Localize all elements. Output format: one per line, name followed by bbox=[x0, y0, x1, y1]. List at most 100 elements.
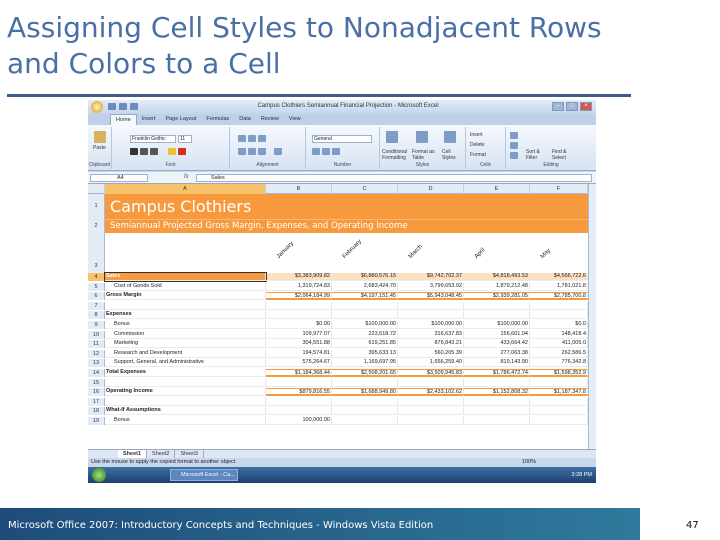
row-number[interactable]: 10 bbox=[88, 330, 105, 339]
value-cell[interactable]: $879,816.55 bbox=[266, 388, 332, 397]
row-label-cell[interactable]: Total Expenses bbox=[105, 369, 266, 377]
value-cell[interactable]: $0.0 bbox=[530, 321, 588, 329]
row-label-cell[interactable]: Expenses bbox=[105, 311, 266, 320]
redo-icon[interactable] bbox=[130, 103, 138, 110]
comma-icon[interactable] bbox=[332, 148, 340, 155]
row-label-cell[interactable] bbox=[105, 301, 266, 310]
value-cell[interactable] bbox=[332, 397, 398, 406]
value-cell[interactable]: 304,551.88 bbox=[266, 340, 332, 349]
row-label-cell[interactable] bbox=[105, 397, 266, 406]
value-cell[interactable] bbox=[530, 417, 588, 425]
value-cell[interactable] bbox=[398, 378, 464, 387]
value-cell[interactable]: 148,418.4 bbox=[530, 330, 588, 339]
align-top-icon[interactable] bbox=[238, 135, 246, 142]
row-label-cell[interactable]: What-If Assumptions bbox=[105, 407, 266, 416]
value-cell[interactable] bbox=[530, 311, 588, 320]
row-label-cell[interactable]: Cost of Goods Sold bbox=[105, 282, 266, 291]
value-cell[interactable] bbox=[398, 407, 464, 416]
start-button[interactable] bbox=[92, 468, 106, 482]
row-number[interactable]: 8 bbox=[88, 311, 105, 320]
align-middle-icon[interactable] bbox=[248, 135, 256, 142]
currency-icon[interactable] bbox=[312, 148, 320, 155]
value-cell[interactable]: 316,637.83 bbox=[398, 330, 464, 339]
clear-icon[interactable] bbox=[510, 152, 518, 159]
value-cell[interactable]: 876,843.21 bbox=[398, 340, 464, 349]
row-label-cell[interactable]: Sales bbox=[104, 272, 267, 282]
column-header-d[interactable]: D bbox=[398, 184, 464, 194]
row-number[interactable]: 13 bbox=[88, 359, 105, 368]
worksheet-grid[interactable]: ABCDEF Campus Clothiers Semiannual Proje… bbox=[88, 184, 588, 449]
merge-center-icon[interactable] bbox=[274, 148, 282, 155]
taskbar-excel-item[interactable]: Microsoft Excel - Ca... bbox=[170, 469, 238, 481]
save-icon[interactable] bbox=[108, 103, 116, 110]
font-size-select[interactable]: 11 bbox=[178, 135, 192, 143]
value-cell[interactable]: $100,000.00 bbox=[332, 321, 398, 329]
value-cell[interactable] bbox=[266, 378, 332, 387]
office-button[interactable] bbox=[91, 101, 103, 113]
tab-review[interactable]: Review bbox=[256, 114, 284, 125]
row-number[interactable]: 7 bbox=[88, 301, 105, 310]
value-cell[interactable] bbox=[266, 397, 332, 406]
italic-icon[interactable] bbox=[140, 148, 148, 155]
value-cell[interactable] bbox=[530, 301, 588, 310]
row-label-cell[interactable] bbox=[105, 378, 266, 387]
sheet-tab[interactable]: Sheet3 bbox=[175, 450, 204, 458]
value-cell[interactable]: 433,664.42 bbox=[464, 340, 530, 349]
row-number[interactable]: 11 bbox=[88, 340, 105, 349]
value-cell[interactable]: $1,152,808.32 bbox=[464, 388, 530, 397]
value-cell[interactable]: 411,005.0 bbox=[530, 340, 588, 349]
value-cell[interactable] bbox=[464, 301, 530, 310]
align-bottom-icon[interactable] bbox=[258, 135, 266, 142]
value-cell[interactable]: 819,143.90 bbox=[464, 359, 530, 368]
row-label-cell[interactable]: Operating Income bbox=[105, 388, 266, 397]
row-number[interactable]: 6 bbox=[88, 292, 105, 301]
name-box[interactable]: A4 bbox=[90, 174, 148, 182]
value-cell[interactable]: 1,879,212.48 bbox=[464, 282, 530, 291]
font-color-icon[interactable] bbox=[178, 148, 186, 155]
value-cell[interactable]: 1,169,697.95 bbox=[332, 359, 398, 368]
fx-icon[interactable]: fx bbox=[184, 174, 189, 180]
sheet-tab[interactable]: Sheet2 bbox=[147, 450, 176, 458]
value-cell[interactable]: 560,205.39 bbox=[398, 349, 464, 358]
align-center-icon[interactable] bbox=[248, 148, 256, 155]
value-cell[interactable]: $2,433,102.62 bbox=[398, 388, 464, 397]
column-header-c[interactable]: C bbox=[332, 184, 398, 194]
percent-icon[interactable] bbox=[322, 148, 330, 155]
value-cell[interactable]: 100,000.00 bbox=[266, 417, 332, 425]
value-cell[interactable] bbox=[398, 397, 464, 406]
delete-cells-button[interactable]: Delete bbox=[470, 142, 484, 148]
value-cell[interactable]: 395,633.13 bbox=[332, 349, 398, 358]
align-right-icon[interactable] bbox=[258, 148, 266, 155]
value-cell[interactable] bbox=[530, 397, 588, 406]
value-cell[interactable] bbox=[398, 301, 464, 310]
value-cell[interactable]: $3,383,909.82 bbox=[266, 273, 332, 281]
value-cell[interactable]: 3,799,653.92 bbox=[398, 282, 464, 291]
value-cell[interactable]: 619,251.85 bbox=[332, 340, 398, 349]
tab-insert[interactable]: Insert bbox=[137, 114, 161, 125]
value-cell[interactable] bbox=[464, 417, 530, 425]
format-cells-button[interactable]: Format bbox=[470, 152, 486, 158]
value-cell[interactable] bbox=[398, 417, 464, 425]
value-cell[interactable] bbox=[332, 407, 398, 416]
value-cell[interactable]: 575,264.67 bbox=[266, 359, 332, 368]
value-cell[interactable]: 262,586.5 bbox=[530, 349, 588, 358]
value-cell[interactable] bbox=[266, 407, 332, 416]
column-header-b[interactable]: B bbox=[266, 184, 332, 194]
tab-data[interactable]: Data bbox=[234, 114, 256, 125]
vertical-scrollbar[interactable] bbox=[588, 184, 596, 449]
value-cell[interactable] bbox=[332, 301, 398, 310]
value-cell[interactable] bbox=[266, 301, 332, 310]
autosum-icon[interactable] bbox=[510, 132, 518, 139]
value-cell[interactable] bbox=[464, 311, 530, 320]
select-all-corner[interactable] bbox=[88, 184, 105, 194]
sort-filter-button[interactable]: Sort & Filter bbox=[526, 149, 548, 161]
underline-icon[interactable] bbox=[150, 148, 158, 155]
value-cell[interactable] bbox=[530, 407, 588, 416]
value-cell[interactable]: $5,943,048.45 bbox=[398, 292, 464, 301]
tab-formulas[interactable]: Formulas bbox=[201, 114, 234, 125]
value-cell[interactable]: $100,000.00 bbox=[464, 321, 530, 329]
value-cell[interactable] bbox=[266, 311, 332, 320]
value-cell[interactable] bbox=[398, 311, 464, 320]
row-number[interactable]: 4 bbox=[88, 273, 105, 281]
column-header-a[interactable]: A bbox=[105, 184, 266, 194]
